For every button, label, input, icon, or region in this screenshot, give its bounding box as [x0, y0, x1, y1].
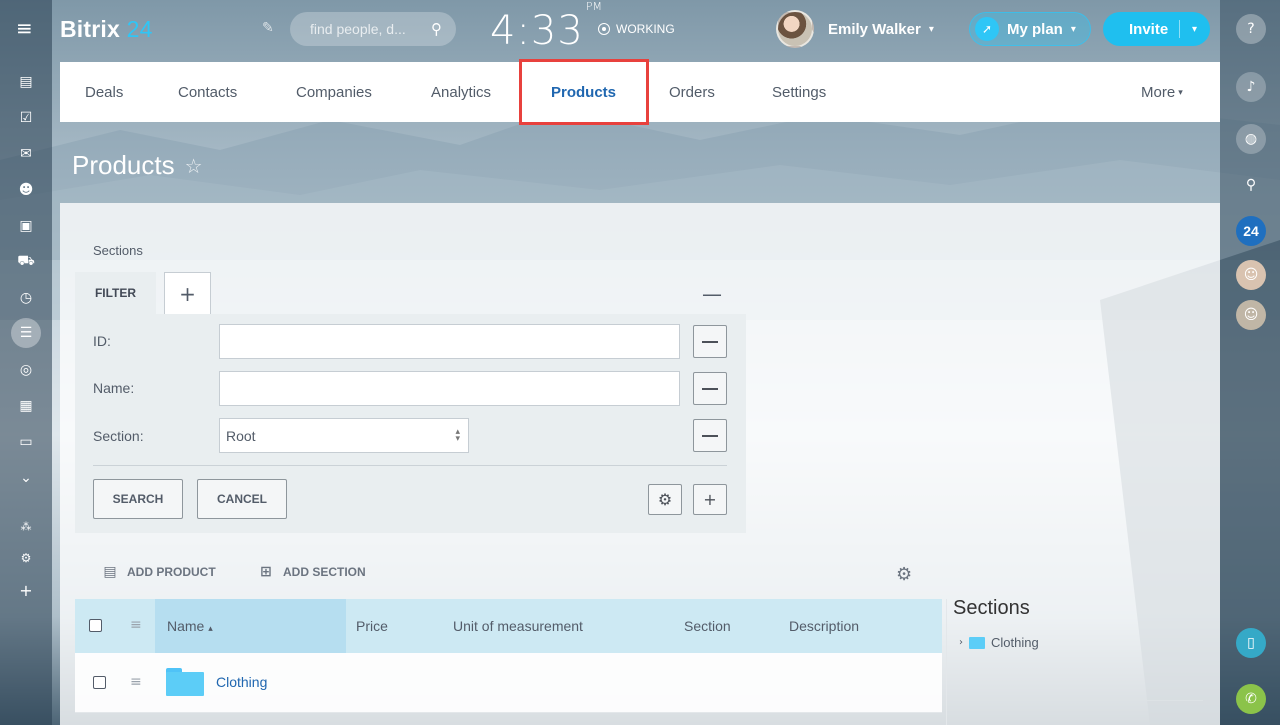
rocket-icon: ➚: [975, 17, 999, 41]
edit-icon[interactable]: ✎: [262, 20, 274, 36]
select-arrows-icon: ▴ ▾: [455, 427, 460, 444]
work-status[interactable]: WORKING: [598, 22, 675, 36]
contact-avatar[interactable]: ☺: [1236, 260, 1266, 290]
tab-analytics[interactable]: Analytics: [431, 62, 491, 122]
remove-section-field-button[interactable]: [693, 419, 727, 452]
section-select[interactable]: Root ▴ ▾: [219, 418, 469, 453]
messenger-icon[interactable]: ◍: [1236, 124, 1266, 154]
contact-avatar[interactable]: ☺: [1236, 300, 1266, 330]
chevron-down-icon: ▾: [928, 23, 934, 35]
search-button[interactable]: SEARCH: [93, 479, 183, 519]
gear-icon[interactable]: ⚙: [16, 548, 36, 568]
id-label: ID:: [93, 333, 111, 349]
chat-icon[interactable]: ✉: [16, 144, 36, 164]
chevron-right-icon[interactable]: ›: [959, 637, 963, 648]
table-row[interactable]: [75, 653, 942, 713]
add-product-button[interactable]: ▤ ADD PRODUCT: [101, 563, 215, 581]
select-all-checkbox[interactable]: [89, 619, 102, 632]
top-header: ≡ Bitrix 24 ✎ ⚲ 4:33PM WORKING Emily Wal…: [0, 0, 1220, 60]
target-icon[interactable]: ◎: [16, 360, 36, 380]
name-label: Name:: [93, 380, 135, 396]
menu-lines-icon[interactable]: ≡: [130, 674, 142, 690]
feed-icon[interactable]: ▤: [16, 72, 36, 92]
document-icon: ▤: [103, 564, 117, 580]
tab-contacts[interactable]: Contacts: [178, 62, 237, 122]
sections-label: Sections: [93, 243, 143, 258]
clock[interactable]: 4:33PM: [490, 0, 602, 54]
sections-panel-title: Sections: [953, 597, 1030, 619]
add-icon[interactable]: +: [16, 580, 36, 600]
tasks-icon[interactable]: ☑: [16, 108, 36, 128]
section-tree-item[interactable]: › Clothing: [959, 635, 1039, 650]
add-field-button[interactable]: +: [693, 484, 727, 515]
column-unit[interactable]: Unit of measurement: [453, 618, 583, 634]
chevron-down-icon[interactable]: ▾: [1192, 24, 1197, 35]
tab-companies[interactable]: Companies: [296, 62, 372, 122]
row-checkbox[interactable]: [93, 676, 106, 689]
divider: [946, 599, 947, 725]
search-icon[interactable]: ⚲: [1236, 170, 1266, 200]
row-name-link[interactable]: Clothing: [216, 674, 267, 690]
cancel-button[interactable]: CANCEL: [197, 479, 287, 519]
help-icon[interactable]: ?: [1236, 14, 1266, 44]
tab-orders[interactable]: Orders: [669, 62, 715, 122]
left-sidebar: ▤ ☑ ✉ ☻ ▣ ⛟ ◷ ☰ ◎ ▦ ▭ ⌄ ⁂ ⚙ +: [0, 0, 52, 725]
folder-icon: [166, 668, 204, 696]
time-icon[interactable]: ◷: [16, 288, 36, 308]
id-field[interactable]: [219, 324, 680, 359]
name-field[interactable]: [219, 371, 680, 406]
folder-icon: [969, 636, 985, 649]
crm-funnel-icon[interactable]: ☰: [11, 318, 41, 348]
menu-lines-icon[interactable]: ≡: [130, 617, 142, 633]
gear-icon[interactable]: ⚙: [648, 484, 682, 515]
search-box[interactable]: ⚲: [290, 12, 456, 46]
invite-button[interactable]: Invite ▾: [1103, 12, 1210, 46]
highlight-box: [519, 59, 649, 125]
cart-icon[interactable]: ⛟: [16, 252, 36, 272]
expand-icon[interactable]: ⌄: [16, 468, 36, 488]
column-description[interactable]: Description: [789, 618, 859, 634]
section-label: Section:: [93, 428, 144, 444]
star-icon[interactable]: ☆: [185, 154, 203, 178]
column-name[interactable]: Name ▴: [167, 618, 213, 634]
divider: [953, 700, 1203, 701]
device-icon[interactable]: ▯: [1236, 628, 1266, 658]
phone-icon[interactable]: ✆: [1236, 684, 1266, 714]
column-price[interactable]: Price: [356, 618, 388, 634]
bell-icon[interactable]: ♪: [1236, 72, 1266, 102]
tab-filter[interactable]: FILTER: [75, 272, 156, 314]
page-title: Products ☆: [72, 150, 203, 180]
column-section[interactable]: Section: [684, 618, 731, 634]
search-input[interactable]: [310, 21, 420, 37]
remove-id-field-button[interactable]: [693, 325, 727, 358]
tab-deals[interactable]: Deals: [85, 62, 123, 122]
grid-settings-gear-icon[interactable]: ⚙: [896, 564, 912, 585]
add-filter-tab-button[interactable]: +: [164, 272, 211, 314]
logo[interactable]: Bitrix 24: [60, 16, 153, 43]
collapse-filter-button[interactable]: —: [702, 282, 722, 306]
right-sidebar: ? ♪ ◍ ⚲ 24 ☺ ☺ ▯ ✆: [1220, 0, 1280, 725]
apps-grid-icon[interactable]: ▦: [16, 396, 36, 416]
divider: [93, 465, 727, 466]
tab-settings[interactable]: Settings: [772, 62, 826, 122]
tab-more[interactable]: More ▾: [1141, 62, 1183, 122]
menu-icon[interactable]: ≡: [16, 18, 36, 38]
employees-icon[interactable]: ☻: [16, 180, 36, 200]
calendar-icon[interactable]: ▭: [16, 432, 36, 452]
contact-card-icon[interactable]: ▣: [16, 216, 36, 236]
bitrix24-badge[interactable]: 24: [1236, 216, 1266, 246]
add-section-button[interactable]: ⊞ ADD SECTION: [257, 563, 366, 581]
user-name[interactable]: Emily Walker: [828, 21, 921, 38]
network-icon[interactable]: ⁂: [16, 516, 36, 536]
remove-name-field-button[interactable]: [693, 372, 727, 405]
status-dot-icon: [598, 23, 610, 35]
my-plan-button[interactable]: ➚ My plan ▾: [969, 12, 1091, 46]
search-icon[interactable]: ⚲: [431, 20, 442, 38]
avatar[interactable]: [776, 10, 814, 48]
chevron-down-icon: ▾: [1070, 23, 1076, 35]
add-document-icon: ⊞: [260, 564, 272, 580]
user-menu[interactable]: Emily Walker ▾: [776, 10, 934, 48]
